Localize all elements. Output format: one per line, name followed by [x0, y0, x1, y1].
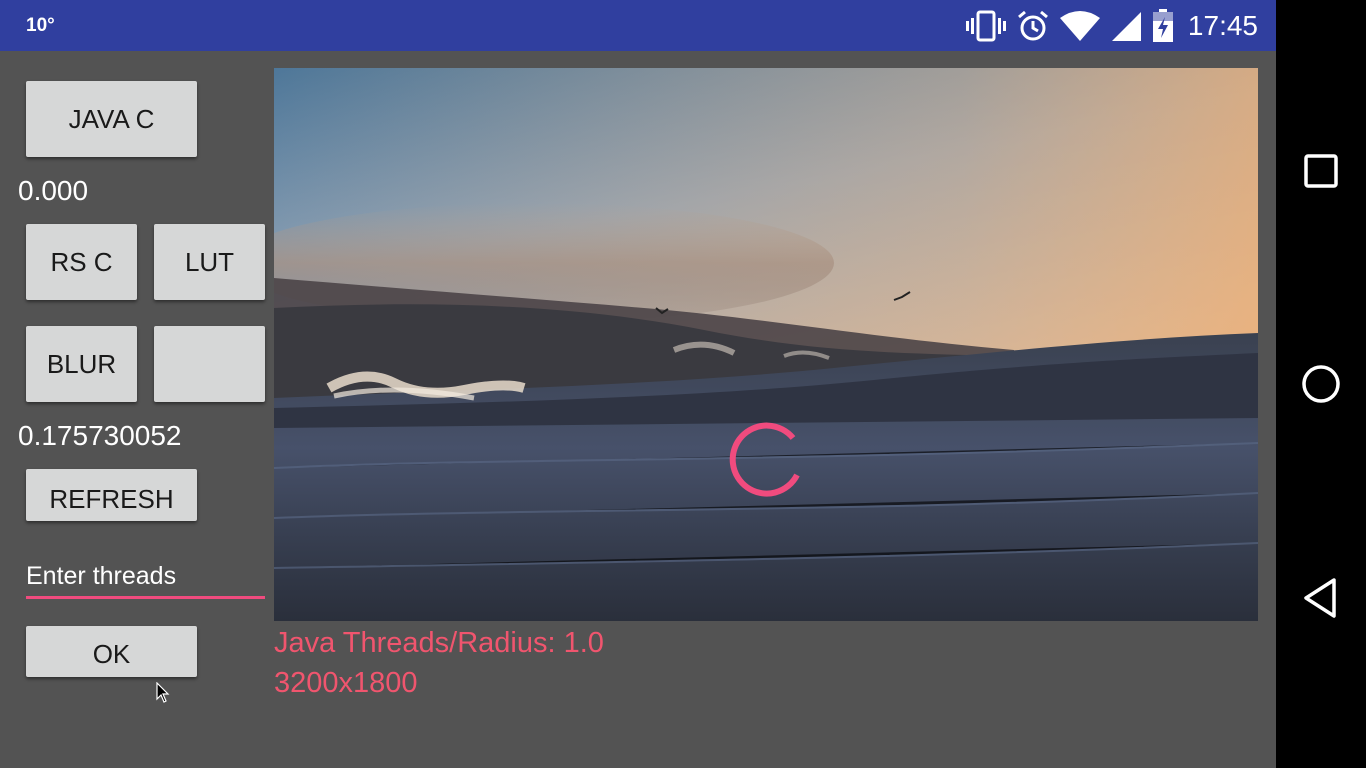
threads-input[interactable]: [26, 556, 265, 596]
blur-button[interactable]: BLUR: [26, 326, 137, 402]
navigation-bar: [1276, 0, 1366, 768]
resolution-info: 3200x1800: [274, 667, 418, 699]
java-c-button[interactable]: JAVA C: [26, 81, 197, 157]
weather-temperature: 10°: [26, 15, 55, 36]
cell-signal-icon: [1110, 10, 1142, 42]
home-button[interactable]: [1276, 339, 1366, 429]
status-bar: 10° 17:45: [0, 0, 1276, 51]
vibrate-icon: [965, 10, 1006, 42]
refresh-button[interactable]: REFRESH: [26, 469, 197, 521]
processed-image: [274, 68, 1258, 621]
clock: 17:45: [1187, 10, 1258, 41]
mouse-pointer-icon: [156, 682, 170, 703]
alarm-icon: [1016, 9, 1050, 43]
battery-charging-icon: [1152, 9, 1174, 43]
unlabeled-button[interactable]: [154, 326, 265, 402]
rs-c-button[interactable]: RS C: [26, 224, 137, 300]
blur-time: 0.175730052: [18, 420, 182, 451]
threads-radius-info: Java Threads/Radius: 1.0: [274, 627, 604, 659]
home-icon: [1302, 365, 1340, 403]
java-c-time: 0.000: [18, 175, 89, 206]
back-icon: [1304, 578, 1336, 618]
wifi-icon: [1059, 10, 1100, 42]
recents-button[interactable]: [1276, 126, 1366, 216]
status-icons: 17:45: [965, 8, 1258, 44]
loading-spinner: [729, 422, 800, 497]
lut-button[interactable]: LUT: [154, 224, 265, 300]
recents-icon: [1304, 154, 1338, 188]
ok-button[interactable]: OK: [26, 626, 197, 677]
app-content: JAVA C 0.000 RS C LUT BLUR 0.175730052 R…: [0, 51, 1276, 768]
threads-input-underline: [26, 596, 265, 599]
back-button[interactable]: [1276, 553, 1366, 643]
threads-field[interactable]: [26, 556, 265, 599]
